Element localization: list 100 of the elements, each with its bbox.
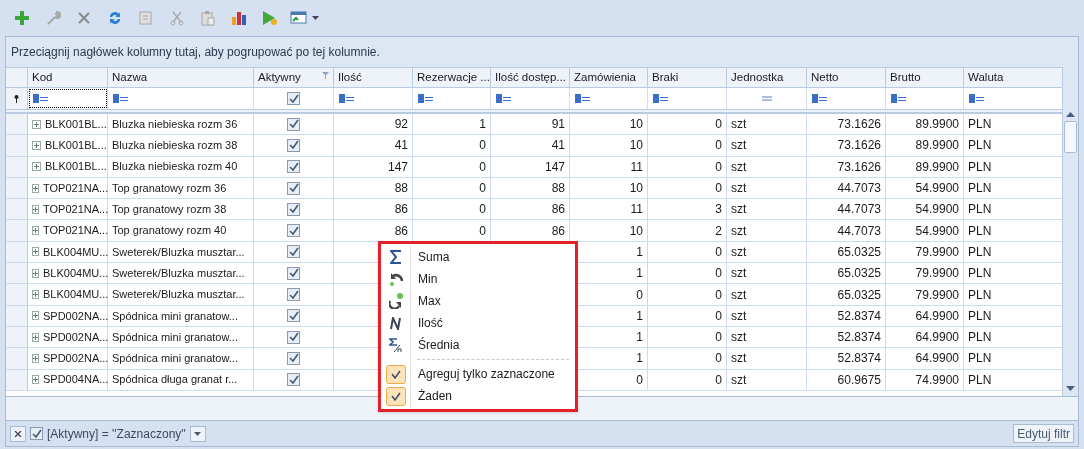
clear-filter-button[interactable] [10, 425, 26, 442]
checkbox[interactable] [287, 266, 300, 280]
column-header[interactable]: Kod [28, 68, 108, 87]
column-header[interactable]: Aktywny [254, 68, 334, 87]
checkbox[interactable] [287, 330, 300, 344]
table-cell-text: szt [731, 307, 747, 325]
expand-icon[interactable] [32, 353, 39, 363]
close-icon [14, 430, 22, 437]
curved-arrow-icon [388, 293, 403, 309]
export-button[interactable] [290, 10, 319, 26]
scrollbar[interactable] [1062, 67, 1078, 396]
menu-item[interactable]: Średnia [411, 334, 575, 356]
table-cell-text: 1 [636, 329, 643, 347]
table-cell-text: 54.9900 [915, 222, 959, 240]
menu-item[interactable]: Suma [411, 246, 575, 268]
table-cell-text: 91 [551, 116, 565, 134]
sigma-over-n-icon [388, 337, 403, 353]
expand-icon[interactable] [32, 332, 39, 342]
table-cell-text: Top granatowy rozm 38 [112, 202, 227, 218]
table-cell-text: 0 [715, 329, 722, 347]
checkbox[interactable] [287, 160, 300, 174]
filter-dropdown-button[interactable] [189, 425, 206, 442]
scroll-thumb[interactable] [1064, 121, 1077, 153]
table-cell-text: szt [731, 116, 747, 134]
column-header[interactable]: Zamówienia [570, 68, 648, 87]
table-cell-text: 86 [394, 201, 408, 219]
checkbox[interactable] [287, 373, 300, 387]
checkbox[interactable] [287, 117, 300, 131]
menu-item[interactable]: Min [411, 268, 575, 290]
table-cell-text: 73.1626 [837, 158, 881, 176]
table-cell-text: 0 [636, 371, 643, 389]
text-filter-icon [33, 94, 48, 103]
table-cell-text: 0 [715, 158, 722, 176]
table-cell-text: 54.9900 [915, 201, 959, 219]
plus-icon [14, 10, 30, 26]
table-cell-text: szt [731, 286, 747, 304]
checkbox[interactable] [287, 202, 300, 216]
checkbox[interactable] [287, 92, 300, 105]
filter-cell[interactable] [28, 88, 108, 109]
expand-icon[interactable] [32, 268, 39, 278]
column-header[interactable]: Rezerwacje ... [413, 68, 491, 87]
expand-icon[interactable] [32, 162, 41, 172]
filter-checkbox[interactable] [30, 427, 43, 440]
code-cell-text: SPD004NA... [43, 372, 109, 388]
checkbox[interactable] [287, 288, 300, 301]
filter-expression[interactable]: [Aktywny] = ''Zaznaczony'' [47, 424, 186, 443]
code-cell-text: BLK001BL... [45, 116, 107, 132]
edit-filter-button[interactable]: Edytuj filtr [1013, 424, 1074, 443]
table-cell-text: 65.0325 [837, 265, 881, 283]
table-cell-text: 0 [479, 137, 486, 155]
expand-icon[interactable] [32, 226, 39, 236]
expand-icon[interactable] [32, 247, 39, 257]
text-filter-icon [575, 94, 590, 103]
menu-item[interactable]: Żaden [411, 385, 575, 407]
caret-icon [194, 431, 202, 436]
menu-item[interactable]: Max [411, 290, 575, 312]
column-header[interactable]: Nazwa [108, 68, 254, 87]
table-cell-text: Spódnica mini granatow... [112, 308, 238, 324]
expand-icon[interactable] [32, 183, 39, 193]
expand-icon[interactable] [32, 311, 39, 321]
menu-item[interactable]: Agreguj tylko zaznaczone [411, 363, 575, 385]
table-cell-text: Top granatowy rozm 36 [112, 180, 227, 196]
text-filter-icon [496, 94, 511, 103]
code-cell-text: BLK001BL... [45, 138, 107, 154]
checkbox[interactable] [287, 245, 300, 259]
menu-item[interactable]: Ilość [411, 312, 575, 334]
expand-icon[interactable] [32, 375, 39, 385]
table-cell-text: 0 [715, 350, 722, 368]
table-cell-text: szt [731, 222, 747, 240]
column-header[interactable]: Netto [807, 68, 886, 87]
column-header[interactable]: Ilość dostęp... [491, 68, 570, 87]
equals-icon [761, 96, 772, 101]
column-header[interactable]: Ilość [334, 68, 413, 87]
checkbox[interactable] [287, 138, 300, 152]
table-cell-text: Bluzka niebieska rozm 36 [112, 116, 238, 132]
table-cell-text: szt [731, 180, 747, 198]
table-cell-text: Spódnica mini granatow... [112, 329, 238, 345]
column-header[interactable]: Brutto [886, 68, 964, 87]
letter-n-icon [389, 316, 402, 330]
code-cell-text: SPD002NA... [43, 351, 109, 367]
code-cell-text: SPD002NA... [43, 329, 109, 345]
table-cell-text: 0 [479, 222, 486, 240]
curved-arrow-icon [388, 272, 403, 286]
expand-icon[interactable] [32, 204, 39, 214]
table-cell-text: 88 [551, 180, 565, 198]
expand-icon[interactable] [32, 119, 41, 129]
checkbox[interactable] [287, 309, 300, 323]
table-cell-text: 60.9675 [837, 371, 881, 389]
table-cell-text: 0 [715, 137, 722, 155]
table-cell-text: 86 [551, 222, 565, 240]
expand-icon[interactable] [32, 140, 41, 150]
table-cell-text: 10 [629, 180, 643, 198]
checkbox[interactable] [287, 351, 300, 365]
pin-icon [14, 94, 19, 103]
column-header[interactable]: Braki [648, 68, 727, 87]
column-header[interactable]: Jednostka [727, 68, 807, 87]
checkbox[interactable] [287, 224, 300, 238]
expand-icon[interactable] [32, 290, 39, 299]
checkbox[interactable] [287, 181, 300, 195]
document-icon [138, 10, 154, 26]
